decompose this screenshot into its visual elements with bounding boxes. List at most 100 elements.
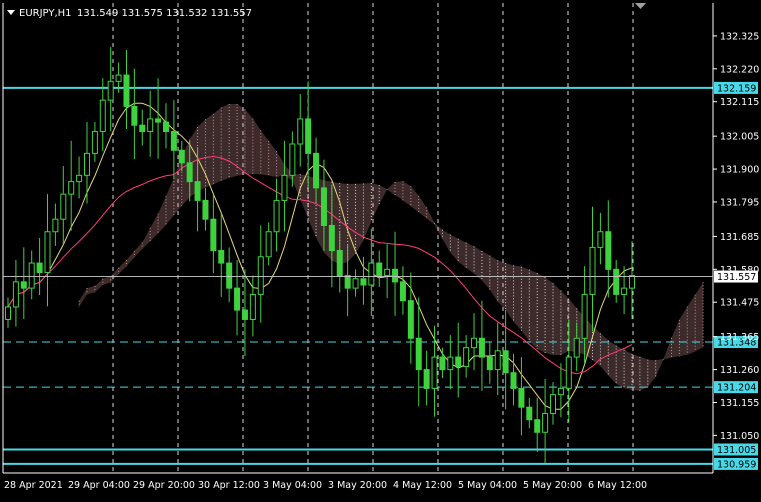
price-level-label: 130.959 [717,459,756,470]
candle-body[interactable] [162,121,169,132]
candle-body[interactable] [52,218,59,233]
candle-body[interactable] [115,74,122,82]
candle-body[interactable] [605,231,612,270]
candle-body[interactable] [423,369,430,389]
candle-body[interactable] [368,262,375,286]
candle-body[interactable] [147,118,154,132]
candle-body[interactable] [565,356,572,389]
candle-body[interactable] [534,419,541,433]
candle-body[interactable] [155,118,162,123]
candle-body[interactable] [60,193,67,220]
candle-body[interactable] [407,300,414,339]
candle-body[interactable] [510,372,517,389]
candle-body[interactable] [273,199,280,233]
candle-body[interactable] [91,130,98,154]
candle-body[interactable] [186,162,193,183]
candle-body[interactable] [289,143,296,176]
candle-body[interactable] [447,356,454,371]
candle-body[interactable] [589,246,596,295]
candle-body[interactable] [344,275,351,289]
candle-body[interactable] [550,394,557,414]
candle-body[interactable] [5,306,11,320]
y-tick-label: 131.685 [720,232,759,243]
symbol-label: EURJPY,H1 [19,8,72,19]
y-tick-label: 131.795 [720,197,759,208]
candle-body[interactable] [399,281,406,302]
y-tick-label: 131.475 [720,298,759,309]
ohlc-readout: 131.549 131.575 131.532 131.557 [77,8,252,19]
candle-body[interactable] [471,337,478,349]
candle-body[interactable] [313,152,320,189]
candle-body[interactable] [478,337,485,358]
candle-body[interactable] [12,281,19,308]
candle-body[interactable] [415,337,422,371]
candle-body[interactable] [392,268,399,283]
x-tick-label: 5 May 04:00 [458,480,517,491]
candle-body[interactable] [20,281,27,289]
y-tick-label: 132.220 [720,64,759,75]
candle-body[interactable] [241,309,248,320]
candle-body[interactable] [44,231,51,273]
candle-body[interactable] [210,218,217,252]
y-tick-label: 131.155 [720,398,759,409]
candle-body[interactable] [99,99,106,132]
candle-body[interactable] [542,412,549,433]
candle-body[interactable] [455,356,462,367]
candle-body[interactable] [107,80,114,101]
candle-body[interactable] [194,181,201,201]
x-tick-label: 29 Apr 20:00 [133,480,195,491]
candle-body[interactable] [202,199,209,220]
candle-body[interactable] [629,275,635,289]
candle-body[interactable] [597,231,604,248]
candle-body[interactable] [320,187,327,226]
x-tick-label: 5 May 20:00 [523,480,582,491]
y-tick-label: 131.900 [720,165,759,176]
candle-body[interactable] [131,105,138,126]
candle-body[interactable] [557,387,564,396]
candle-body[interactable] [83,152,90,176]
candle-body[interactable] [431,356,438,389]
candle-body[interactable] [621,287,628,295]
candle-body[interactable] [376,262,383,277]
candle-body[interactable] [518,387,525,408]
y-tick-label: 132.115 [720,97,759,108]
candle-body[interactable] [494,350,501,371]
candle-body[interactable] [76,174,83,183]
y-tick-label: 131.260 [720,365,759,376]
candle-body[interactable] [257,256,264,295]
candle-body[interactable] [581,293,588,339]
candle-body[interactable] [613,268,620,295]
x-tick-label: 30 Apr 12:00 [198,480,260,491]
candle-body[interactable] [170,130,177,151]
candle-body[interactable] [439,356,446,371]
candle-body[interactable] [249,293,256,320]
candle-body[interactable] [123,74,130,107]
candle-body[interactable] [226,262,233,289]
candle-body[interactable] [502,350,509,374]
candle-body[interactable] [265,231,272,258]
candle-body[interactable] [297,118,304,145]
candle-body[interactable] [352,278,359,289]
candle-body[interactable] [36,262,43,273]
x-tick-label: 29 Apr 04:00 [68,480,130,491]
candle-body[interactable] [336,250,343,277]
y-tick-label: 131.365 [720,332,759,343]
candle-body[interactable] [360,278,367,286]
price-level-label: 131.005 [717,445,756,456]
candle-body[interactable] [234,287,241,311]
candle-body[interactable] [328,224,335,252]
candle-body[interactable] [463,347,470,367]
candle-body[interactable] [178,149,185,164]
candle-body[interactable] [526,406,533,421]
price-chart[interactable]: 132.159 131.348 131.204 131.005 130.959 131.… [0,0,761,498]
chart-svg[interactable]: 132.159131.348131.204131.005130.959 131.… [0,0,761,498]
candle-body[interactable] [68,181,75,195]
candle-body[interactable] [218,250,225,264]
candle-body[interactable] [486,356,493,371]
candle-body[interactable] [573,337,580,358]
candle-body[interactable] [305,118,312,154]
candle-body[interactable] [28,262,35,289]
candle-body[interactable] [139,124,146,132]
candle-body[interactable] [384,268,391,277]
candle-body[interactable] [281,174,288,201]
